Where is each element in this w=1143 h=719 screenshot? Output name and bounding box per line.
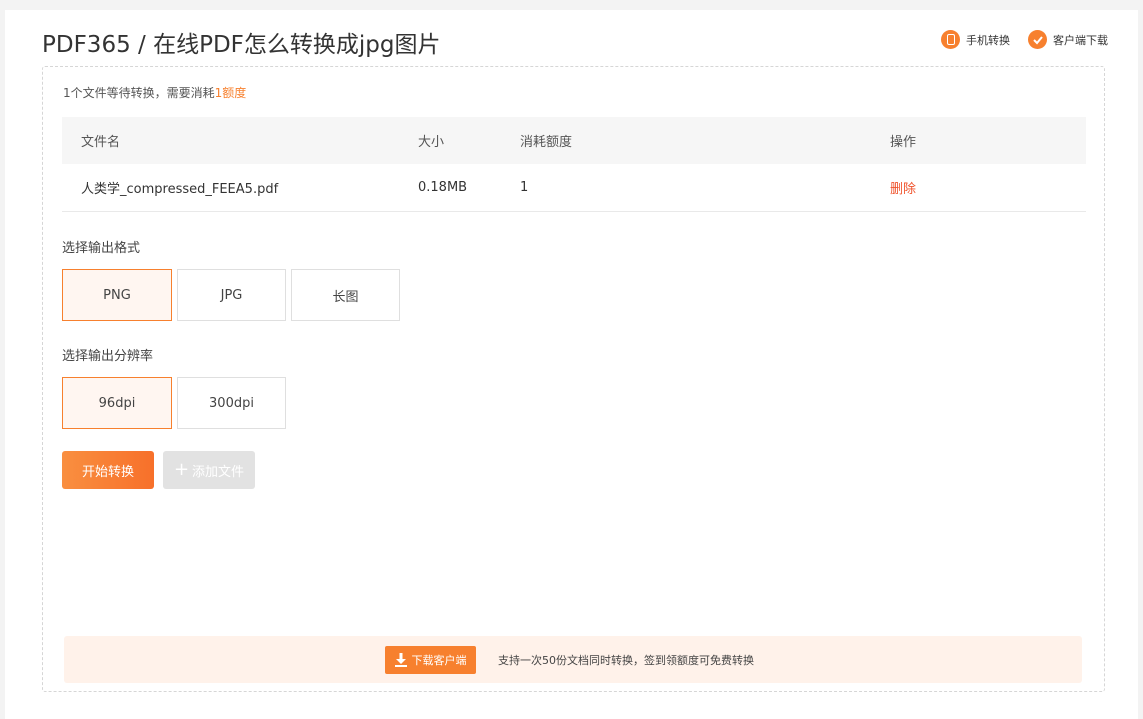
resolution-label: 选择输出分辨率 xyxy=(62,349,154,364)
file-table-header: 文件名 大小 消耗额度 操作 xyxy=(62,117,1086,164)
phone-icon xyxy=(941,30,960,49)
file-name: 人类学_compressed_FEEA5.pdf xyxy=(81,182,279,197)
pending-info-text: 1个文件等待转换，需要消耗 xyxy=(63,86,215,100)
add-file-label: 添加文件 xyxy=(192,464,245,480)
client-download-link[interactable]: 客户端下载 xyxy=(1028,30,1108,49)
delete-link[interactable]: 删除 xyxy=(890,164,916,211)
mobile-convert-label: 手机转换 xyxy=(966,33,1010,47)
banner-text: 支持一次50份文档同时转换，签到领额度可免费转换 xyxy=(498,653,754,667)
table-row: 人类学_compressed_FEEA5.pdf 0.18MB 1 删除 xyxy=(62,164,1086,212)
col-filename: 文件名 xyxy=(81,135,121,150)
col-size: 大小 xyxy=(418,135,445,150)
client-promo-banner: 下载客户端 支持一次50份文档同时转换，签到领额度可免费转换 xyxy=(64,636,1082,683)
format-option-jpg[interactable]: JPG xyxy=(177,269,286,321)
download-client-label: 下载客户端 xyxy=(411,654,467,667)
page-title: PDF365 / 在线PDF怎么转换成jpg图片 xyxy=(42,32,441,58)
credit-amount: 1额度 xyxy=(214,86,247,100)
client-download-label: 客户端下载 xyxy=(1053,33,1108,47)
col-cost: 消耗额度 xyxy=(520,135,573,150)
resolution-option-300dpi[interactable]: 300dpi xyxy=(177,377,286,429)
format-option-long-image[interactable]: 长图 xyxy=(291,269,400,321)
start-convert-button[interactable]: 开始转换 xyxy=(62,451,154,489)
download-client-button[interactable]: 下载客户端 xyxy=(385,646,476,674)
resolution-option-96dpi[interactable]: 96dpi xyxy=(62,377,172,429)
pending-info: 1个文件等待转换，需要消耗1额度 xyxy=(63,84,246,101)
download-icon xyxy=(394,653,407,667)
main-card: PDF365 / 在线PDF怎么转换成jpg图片 手机转换 客户端下载 1个文件… xyxy=(5,10,1138,719)
format-option-png[interactable]: PNG xyxy=(62,269,172,321)
top-links: 手机转换 客户端下载 xyxy=(923,30,1108,49)
convert-panel: 1个文件等待转换，需要消耗1额度 文件名 大小 消耗额度 操作 人类学_comp… xyxy=(42,66,1105,692)
add-file-button[interactable]: + 添加文件 xyxy=(163,451,255,489)
format-label: 选择输出格式 xyxy=(62,241,141,256)
file-size: 0.18MB xyxy=(418,180,468,195)
download-client-icon xyxy=(1028,30,1047,49)
col-action: 操作 xyxy=(890,135,917,150)
mobile-convert-link[interactable]: 手机转换 xyxy=(941,30,1010,49)
plus-icon: + xyxy=(173,459,190,480)
file-cost: 1 xyxy=(520,180,529,195)
